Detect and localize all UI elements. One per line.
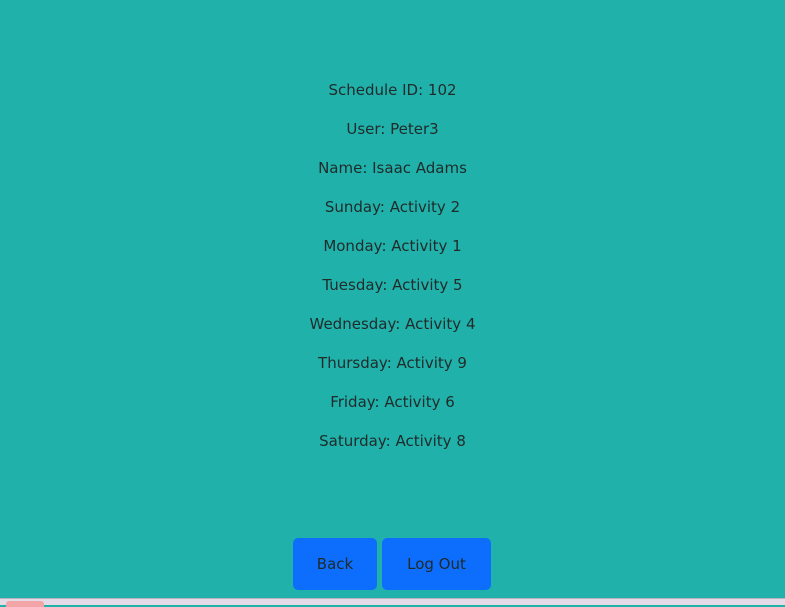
schedule-day-sunday: Sunday: Activity 2	[324, 198, 461, 216]
schedule-name: Name: Isaac Adams	[318, 159, 467, 177]
schedule-day-wednesday: Wednesday: Activity 4	[309, 315, 476, 333]
schedule-day-monday: Monday: Activity 1	[323, 237, 462, 255]
schedule-user: User: Peter3	[346, 120, 439, 138]
bottom-bar-tab	[6, 601, 44, 607]
schedule-day-thursday: Thursday: Activity 9	[318, 354, 467, 372]
schedule-day-saturday: Saturday: Activity 8	[319, 432, 466, 450]
log-out-button[interactable]: Log Out	[382, 538, 491, 590]
schedule-id: Schedule ID: 102	[328, 81, 457, 99]
bottom-bar	[0, 598, 785, 605]
schedule-day-tuesday: Tuesday: Activity 5	[322, 276, 463, 294]
schedule-day-friday: Friday: Activity 6	[330, 393, 455, 411]
back-button[interactable]: Back	[293, 538, 377, 590]
